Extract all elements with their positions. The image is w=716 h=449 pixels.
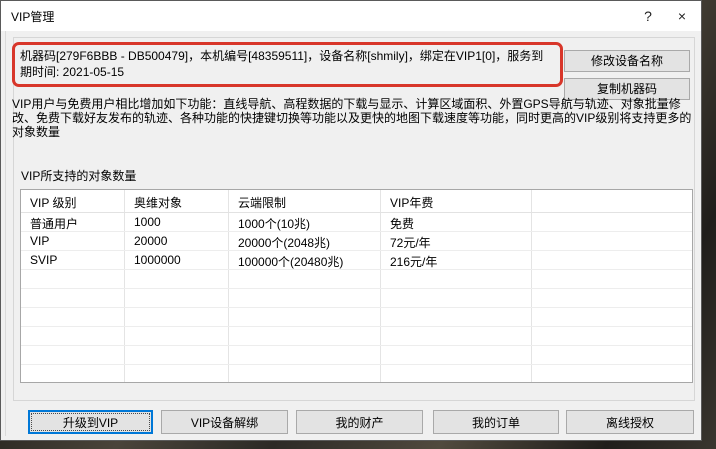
cell-empty [125,308,229,326]
header-vip-level: VIP 级别 [21,190,125,212]
header-empty [532,190,692,212]
help-icon[interactable]: ? [631,1,665,31]
offline-authorization-button[interactable]: 离线授权 [566,410,694,434]
cell-empty [21,308,125,326]
cell-empty [21,346,125,364]
my-assets-button[interactable]: 我的财产 [296,410,423,434]
cell-empty [381,270,532,288]
cell-cloud: 100000个(20480兆) [229,251,381,269]
cell-empty [125,346,229,364]
cell-empty [229,365,381,383]
cell-empty [125,270,229,288]
cell-empty [229,346,381,364]
screen-background: VIP管理 ? × 机器码[279F6BBB - DB500479]，本机编号[… [0,0,716,449]
cell-empty [381,289,532,307]
upgrade-to-vip-button[interactable]: 升级到VIP [28,410,153,434]
header-cloud-limit: 云端限制 [229,190,381,212]
cell-fee: 免费 [381,213,532,231]
header-annual-fee: VIP年费 [381,190,532,212]
cell-level: VIP [21,232,125,250]
table-row-empty [21,346,692,365]
cell-empty [532,251,692,269]
cell-empty [229,327,381,345]
cell-empty [532,327,692,345]
cell-empty [125,327,229,345]
cell-empty [532,289,692,307]
table-row[interactable]: 普通用户 1000 1000个(10兆) 免费 [21,213,692,232]
cell-fee: 216元/年 [381,251,532,269]
cell-empty [532,232,692,250]
cell-empty [125,365,229,383]
cell-empty [532,270,692,288]
cell-empty [229,270,381,288]
cell-empty [532,346,692,364]
table-caption: VIP所支持的对象数量 [21,167,136,184]
cell-objects: 20000 [125,232,229,250]
window-title: VIP管理 [1,8,631,25]
cell-empty [381,346,532,364]
table-empty-rows [21,270,692,383]
cell-empty [532,308,692,326]
cell-empty [21,365,125,383]
cell-empty [21,289,125,307]
cell-empty [229,289,381,307]
cell-fee: 72元/年 [381,232,532,250]
vip-device-unbind-button[interactable]: VIP设备解绑 [161,410,288,434]
cell-empty [21,270,125,288]
cell-empty [229,308,381,326]
header-ovi-objects: 奥维对象 [125,190,229,212]
cell-level: 普通用户 [21,213,125,231]
cell-empty [125,289,229,307]
cell-cloud: 1000个(10兆) [229,213,381,231]
table-header-row: VIP 级别 奥维对象 云端限制 VIP年费 [21,190,692,213]
cell-level: SVIP [21,251,125,269]
table-row-empty [21,308,692,327]
table-row[interactable]: SVIP 1000000 100000个(20480兆) 216元/年 [21,251,692,270]
modify-device-name-button[interactable]: 修改设备名称 [564,50,690,72]
cell-empty [381,365,532,383]
table-row-empty [21,365,692,383]
cell-cloud: 20000个(2048兆) [229,232,381,250]
cell-empty [381,327,532,345]
my-orders-button[interactable]: 我的订单 [433,410,559,434]
table-row-empty [21,289,692,308]
vip-management-dialog: VIP管理 ? × 机器码[279F6BBB - DB500479]，本机编号[… [0,0,702,441]
cell-objects: 1000000 [125,251,229,269]
cell-empty [21,327,125,345]
vip-levels-table: VIP 级别 奥维对象 云端限制 VIP年费 普通用户 1000 1000个(1… [20,189,693,383]
title-bar: VIP管理 ? × [1,1,701,31]
cell-objects: 1000 [125,213,229,231]
table-row-empty [21,270,692,289]
device-info-box: 机器码[279F6BBB - DB500479]，本机编号[48359511]，… [12,42,563,87]
inner-border-line [5,31,6,436]
cell-empty [532,213,692,231]
table-row[interactable]: VIP 20000 20000个(2048兆) 72元/年 [21,232,692,251]
cell-empty [532,365,692,383]
vip-feature-description: VIP用户与免费用户相比增加如下功能：直线导航、高程数据的下载与显示、计算区域面… [12,97,699,139]
close-icon[interactable]: × [665,1,699,31]
cell-empty [381,308,532,326]
table-row-empty [21,327,692,346]
